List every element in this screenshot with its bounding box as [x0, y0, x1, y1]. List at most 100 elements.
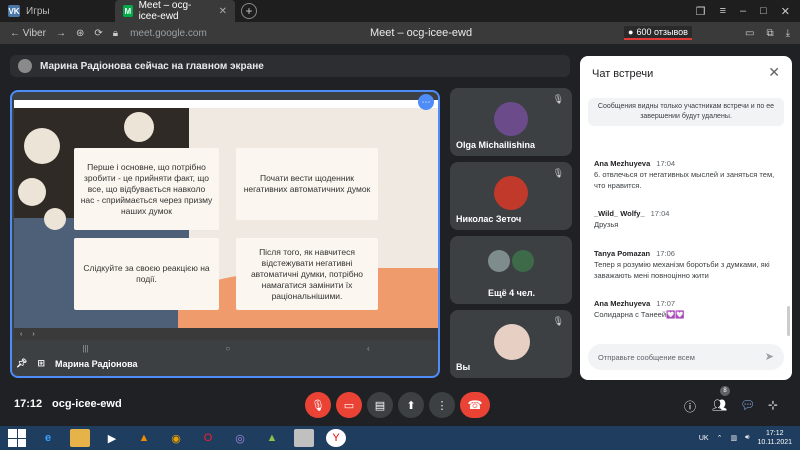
pin-icon[interactable]: 📌︎: [16, 358, 27, 369]
device-nav: ||| ○ ‹: [14, 344, 438, 356]
message-time: 17:04: [656, 159, 676, 168]
tab-label: Игры: [26, 5, 50, 17]
app-icon[interactable]: ▲: [262, 429, 282, 447]
chat-info: Сообщения видны только участникам встреч…: [588, 98, 784, 126]
participant-tile[interactable]: Ещё 4 чел.: [450, 236, 572, 304]
address-bar: ← Viber → ⊛ ⟳ 🔒︎ meet.google.com Meet – …: [0, 22, 800, 44]
meeting-time: 17:12: [14, 398, 43, 410]
prev-slide-icon[interactable]: ‹: [20, 331, 22, 338]
minimize-icon[interactable]: –: [740, 5, 746, 18]
chat-panel: Чат встречи ✕ Сообщения видны только уча…: [580, 56, 792, 380]
clock-date: 10.11.2021: [757, 439, 792, 446]
camera-off-icon: ▭: [343, 399, 355, 412]
download-icon[interactable]: ⤓: [786, 28, 790, 39]
protect-icon[interactable]: ⊛: [76, 28, 84, 39]
lock-icon: 🔒︎: [112, 27, 119, 39]
language-indicator[interactable]: UK: [699, 435, 709, 442]
more-options-icon[interactable]: ⋯: [418, 94, 434, 110]
phone-hangup-icon: ☎: [467, 398, 483, 412]
url-text[interactable]: meet.google.com: [130, 28, 207, 39]
info-icon[interactable]: ⓘ: [684, 398, 696, 415]
chat-icon[interactable]: 💬︎: [740, 398, 755, 412]
flower-shape: [44, 208, 66, 230]
app-icon[interactable]: [294, 429, 314, 447]
chat-title: Чат встречи: [592, 68, 654, 80]
people-count-badge: 8: [720, 386, 730, 396]
chat-message: Ana Mezhuyeva 17:07 Солидарна с Танеей💟💟: [594, 298, 782, 320]
comment-icon: ●: [628, 27, 634, 37]
page-title: Meet – ocg-icee-ewd: [370, 27, 473, 39]
tab-meet[interactable]: M Meet – ocg-icee-ewd ✕: [115, 0, 235, 22]
browser-tab-bar: VK Игры M Meet – ocg-icee-ewd ✕ + ❐ ≡ – …: [0, 0, 800, 22]
avatar: [512, 250, 534, 272]
slide-card: Після того, як навчитеся відстежувати не…: [236, 238, 378, 310]
send-icon[interactable]: ➤: [765, 350, 774, 363]
people-icon[interactable]: 👥︎: [712, 398, 727, 412]
participant-tile[interactable]: 🎙︎ Николас Зеточ: [450, 162, 572, 230]
captions-button[interactable]: ▤: [367, 392, 393, 418]
present-icon: ⊞: [37, 358, 45, 368]
vk-icon: VK: [8, 5, 20, 17]
close-window-icon[interactable]: ✕: [781, 5, 790, 18]
extensions-icon[interactable]: ⧉: [766, 28, 773, 39]
participant-tile[interactable]: 🎙︎ Вы: [450, 310, 572, 378]
system-clock[interactable]: 17:12 10.11.2021: [757, 429, 792, 447]
back-nav-icon: ‹: [366, 344, 370, 353]
present-icon: ⬆: [406, 399, 416, 412]
window-controls: ❐ ≡ – □ ✕: [696, 5, 800, 18]
back-button[interactable]: ← Viber: [10, 28, 46, 39]
close-tab-icon[interactable]: ✕: [219, 6, 227, 17]
refresh-icon[interactable]: ⟳: [94, 28, 102, 39]
opera-icon[interactable]: O: [198, 429, 218, 447]
participant-name: Николас Зеточ: [456, 214, 522, 224]
volume-icon[interactable]: 🔊︎: [745, 434, 749, 442]
reviews-label: 600 отзывов: [636, 27, 688, 37]
forward-icon[interactable]: →: [56, 28, 66, 39]
mic-off-icon: 🎙︎: [552, 168, 564, 178]
maximize-icon[interactable]: □: [760, 5, 767, 18]
present-button[interactable]: ⬆: [398, 392, 424, 418]
windows-start-icon[interactable]: [8, 429, 26, 447]
folder-icon[interactable]: [70, 429, 90, 447]
bookmarks-icon[interactable]: ❐: [696, 5, 706, 18]
yandex-browser-icon[interactable]: Y: [326, 429, 346, 447]
slide-card: Почати вести щоденник негативних автомат…: [236, 148, 378, 220]
leave-call-button[interactable]: ☎: [460, 392, 490, 418]
chat-input[interactable]: Отправьте сообщение всем ➤: [588, 344, 784, 370]
chrome-icon[interactable]: ◉: [166, 429, 186, 447]
presenting-notice: Марина Радіонова сейчас на главном экран…: [10, 55, 570, 77]
activities-icon[interactable]: ⊹: [768, 398, 778, 412]
slide-navigation: ‹ ›: [14, 328, 438, 340]
vlc-icon[interactable]: ▲: [134, 429, 154, 447]
network-icon[interactable]: ▥: [730, 434, 737, 442]
chat-scrollbar[interactable]: [787, 306, 790, 336]
captions-icon: ▤: [374, 399, 386, 412]
ie-icon[interactable]: e: [38, 429, 58, 447]
camera-icon[interactable]: ▭: [745, 28, 754, 39]
media-player-icon[interactable]: ▶: [102, 429, 122, 447]
mic-toggle-button[interactable]: 🎙︎: [305, 392, 331, 418]
flower-shape: [124, 112, 154, 142]
back-label: Viber: [22, 27, 46, 39]
camera-toggle-button[interactable]: ▭: [336, 392, 362, 418]
menu-icon[interactable]: ≡: [720, 5, 726, 18]
next-slide-icon[interactable]: ›: [32, 331, 34, 338]
close-icon[interactable]: ✕: [768, 64, 780, 81]
flower-shape: [18, 178, 46, 206]
presenter-name: Марина Радіонова: [54, 358, 138, 369]
viber-icon[interactable]: ◎: [230, 429, 250, 447]
message-text: Друзья: [594, 220, 619, 229]
meeting-code: ocg-icee-ewd: [52, 398, 122, 410]
reviews-badge[interactable]: ● 600 отзывов: [624, 26, 692, 40]
avatar: [494, 324, 530, 360]
slide-card: Слідкуйте за своєю реакцією на події.: [74, 238, 219, 310]
tab-games[interactable]: VK Игры: [0, 0, 115, 22]
os-taskbar: e ▶ ▲ ◉ O ◎ ▲ Y UK ⌃ ▥ 🔊︎ 17:12 10.11.20…: [0, 426, 800, 450]
main-stage[interactable]: Перше і основне, що потрібно зробити - ц…: [10, 90, 440, 378]
more-options-button[interactable]: ⋮: [429, 392, 455, 418]
new-tab-button[interactable]: +: [241, 3, 257, 19]
chat-message: Ana Mezhuyeva 17:04 6. отвлечься от негат…: [594, 158, 782, 191]
participant-tile[interactable]: 🎙︎ Olga Michailishina: [450, 88, 572, 156]
chevron-up-icon[interactable]: ⌃: [717, 434, 723, 442]
participant-name: Olga Michailishina: [456, 140, 536, 150]
